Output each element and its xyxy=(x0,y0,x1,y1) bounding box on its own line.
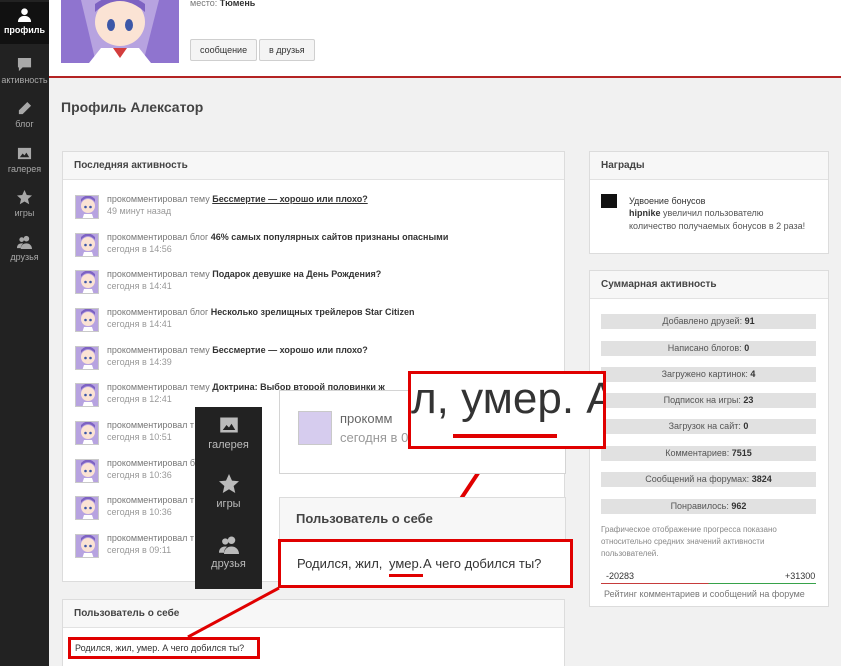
big-zoom-box: л, умер. А xyxy=(408,371,606,449)
zoom-about-header: Пользователь о себе xyxy=(279,497,566,541)
zoom-highlight-word: умер. xyxy=(389,556,423,571)
about-text-box: Родился, жил, умер. А чего добился ты? xyxy=(68,637,260,659)
image-icon xyxy=(219,417,238,433)
zoom-sidebar: галерея игры друзья xyxy=(195,407,262,589)
highlight-underline xyxy=(389,574,423,577)
about-text: Родился, жил, умер. А чего добился ты? xyxy=(75,643,245,653)
zoom-about-title: Пользователь о себе xyxy=(296,511,433,526)
highlight-underline xyxy=(453,434,557,438)
zoom-activity-thumb xyxy=(298,411,332,445)
star-icon xyxy=(218,474,239,493)
zoom-activity-line: прокомм xyxy=(340,411,393,426)
friends-icon xyxy=(218,536,239,554)
big-zoom-text: л, умер. А xyxy=(411,374,606,423)
zoom-activity-time: сегодня в 0 xyxy=(340,430,409,445)
zoom-item-games: игры xyxy=(195,474,262,510)
zoom-about-text-box: Родился, жил, умер. А чего добился ты? у… xyxy=(278,539,573,588)
zoom-item-gallery: галерея xyxy=(195,415,262,451)
zoom-item-friends: друзья xyxy=(195,534,262,570)
